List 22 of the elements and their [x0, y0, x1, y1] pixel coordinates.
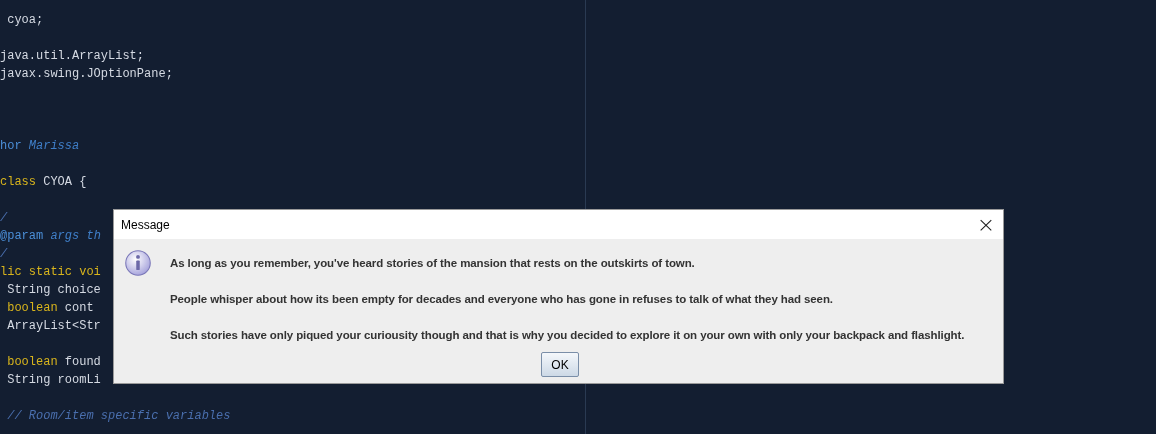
- ok-button[interactable]: OK: [541, 352, 579, 377]
- code-line: class CYOA {: [0, 174, 87, 191]
- code-line: @param args th: [0, 228, 101, 245]
- message-text: As long as you remember, you've heard stories of the mansion that rests on the outskirts of town.: [170, 256, 695, 271]
- code-line: java.util.ArrayList;: [0, 48, 145, 65]
- message-text: People whisper about how its been empty for decades and everyone who has gone in refuses to talk of what they had seen.: [170, 292, 833, 307]
- code-line: /: [0, 210, 8, 227]
- code-line: lic static voi: [0, 264, 101, 281]
- info-icon: [124, 249, 152, 277]
- code-line: boolean cont: [6, 300, 94, 317]
- code-line: String choice: [6, 282, 101, 299]
- code-line: cyoa;: [6, 12, 44, 29]
- code-line: boolean found: [6, 354, 101, 371]
- close-button[interactable]: ×: [971, 210, 1001, 239]
- code-line: javax.swing.JOptionPane;: [0, 66, 173, 83]
- message-text: Such stories have only piqued your curiousity though and that is why you decided to explore it on your own with only your backpack and flashlight.: [170, 328, 965, 343]
- code-line: /: [0, 246, 8, 263]
- dialog-title: Message: [121, 217, 170, 232]
- code-line: // Room/item specific variables: [6, 408, 231, 425]
- code-line: hor Marissa: [0, 138, 80, 155]
- code-line: ArrayList<Str: [6, 318, 101, 335]
- code-line: String roomLi: [6, 372, 101, 389]
